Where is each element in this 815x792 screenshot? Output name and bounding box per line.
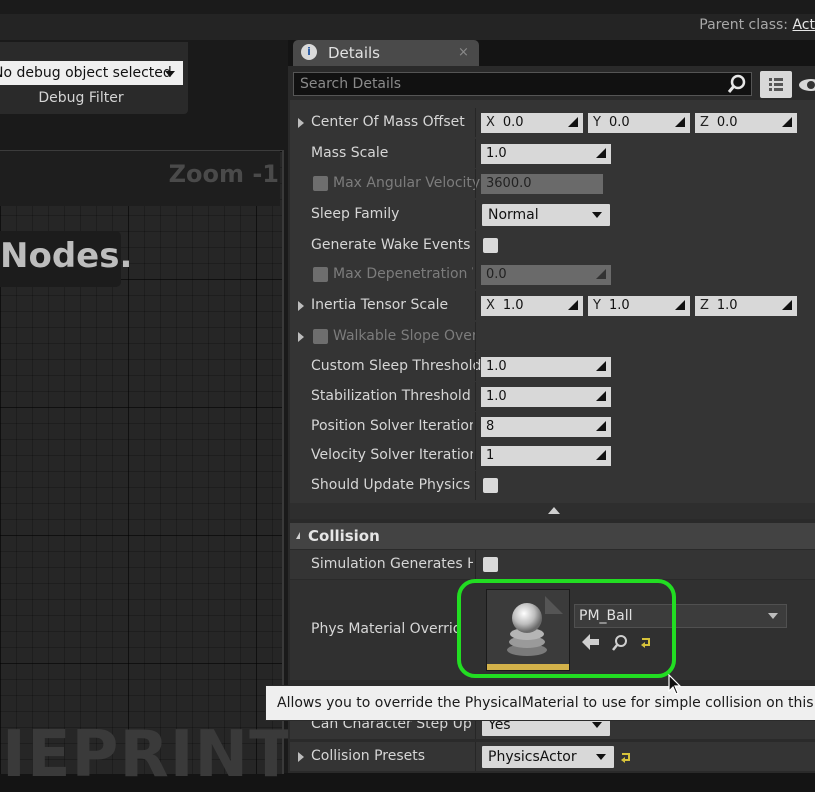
property-label: Generate Wake Events <box>311 237 471 253</box>
chevron-down-icon <box>592 722 602 728</box>
parent-class-link[interactable]: Act <box>792 17 815 33</box>
collapse-up-icon <box>548 507 560 514</box>
collision-category-title: Collision <box>308 527 380 545</box>
override-checkbox[interactable] <box>313 176 328 191</box>
chevron-down-icon <box>592 212 602 218</box>
property-label: Phys Material Overrid <box>311 621 462 637</box>
property-row-simulation-generates-hit: Simulation Generates Hit <box>290 550 815 579</box>
property-label: Custom Sleep Threshold <box>311 358 482 374</box>
property-label: Should Update Physics V <box>311 477 473 493</box>
reset-arrow-icon[interactable] <box>620 751 632 763</box>
info-icon: i <box>301 44 317 60</box>
drag-handle-icon <box>675 300 685 310</box>
drag-handle-icon <box>782 300 792 310</box>
property-row-walkable-slope: Walkable Slope Overri <box>290 322 815 351</box>
velocity-solver-field[interactable]: 1 <box>481 446 611 466</box>
toolbar <box>0 14 815 40</box>
property-label: Inertia Tensor Scale <box>311 297 449 313</box>
max-depenetration-field[interactable]: 0.0 <box>481 265 611 285</box>
inertia-tensor-y-field[interactable]: Y 1.0 <box>588 296 690 316</box>
graph-hint-text: Nodes. <box>0 236 133 276</box>
center-of-mass-z-field[interactable]: Z 0.0 <box>695 113 797 133</box>
drag-handle-icon <box>596 361 606 371</box>
property-row-generate-wake-events: Generate Wake Events <box>290 231 815 260</box>
property-label: Mass Scale <box>311 145 389 161</box>
property-label: Center Of Mass Offset <box>311 114 465 130</box>
debug-object-dropdown[interactable]: No debug object selected <box>0 61 183 85</box>
collapse-triangle-icon <box>296 532 300 539</box>
parent-class-label: Parent class: Act <box>699 17 815 33</box>
blueprint-watermark: IEPRINT <box>2 718 294 792</box>
expand-arrow-icon[interactable] <box>298 752 304 762</box>
property-label: Collision Presets <box>311 748 426 764</box>
expand-arrow-icon[interactable] <box>298 332 304 342</box>
drag-handle-icon <box>568 117 578 127</box>
zoom-label: Zoom -1 <box>168 160 279 188</box>
mass-scale-field[interactable]: 1.0 <box>481 144 611 164</box>
collision-presets-dropdown[interactable]: PhysicsActor <box>482 746 614 768</box>
drag-handle-icon <box>675 117 685 127</box>
tooltip: Allows you to override the PhysicalMater… <box>265 685 815 721</box>
generate-wake-events-checkbox[interactable] <box>483 238 498 253</box>
max-angular-velocity-field[interactable]: 3600.0 <box>481 174 603 194</box>
sleep-family-dropdown[interactable]: Normal <box>482 204 610 226</box>
property-label: Sleep Family <box>311 206 400 222</box>
drag-handle-icon <box>568 300 578 310</box>
close-icon[interactable]: × <box>458 45 469 60</box>
drag-handle-icon <box>596 391 606 401</box>
debug-filter-label: Debug Filter <box>38 90 124 106</box>
property-row-should-update-physics: Should Update Physics V <box>290 471 815 500</box>
expand-arrow-icon[interactable] <box>298 301 304 311</box>
property-label: Simulation Generates Hit <box>311 556 473 572</box>
property-label: Max Depenetration Ve <box>333 266 473 282</box>
drag-handle-icon <box>596 421 606 431</box>
property-label: Max Angular Velocity <box>333 175 481 191</box>
stabilization-threshold-field[interactable]: 1.0 <box>481 387 611 407</box>
eye-icon[interactable] <box>797 75 815 95</box>
mouse-cursor-icon <box>668 674 682 695</box>
custom-sleep-threshold-field[interactable]: 1.0 <box>481 357 611 377</box>
title-bar <box>0 0 815 15</box>
property-label: Position Solver Iteration <box>311 418 473 434</box>
override-checkbox[interactable] <box>313 267 328 282</box>
override-checkbox[interactable] <box>313 329 328 344</box>
drag-handle-icon <box>596 269 606 279</box>
tab-details[interactable] <box>293 40 479 66</box>
tab-details-label: Details <box>328 44 381 62</box>
drag-handle-icon <box>596 450 606 460</box>
inertia-tensor-x-field[interactable]: X 1.0 <box>481 296 583 316</box>
drag-handle-icon <box>596 148 606 158</box>
center-of-mass-y-field[interactable]: Y 0.0 <box>588 113 690 133</box>
property-label: Velocity Solver Iteration <box>311 447 473 463</box>
highlight-annotation <box>457 579 676 678</box>
property-label: Walkable Slope Overri <box>333 328 475 344</box>
view-options-button[interactable] <box>760 71 792 98</box>
chevron-down-icon <box>768 613 778 619</box>
drag-handle-icon <box>782 117 792 127</box>
property-label: Stabilization Threshold M <box>311 388 473 404</box>
should-update-physics-checkbox[interactable] <box>483 478 498 493</box>
search-icon[interactable] <box>727 74 747 94</box>
chevron-down-icon <box>596 754 606 760</box>
expand-arrow-icon[interactable] <box>298 118 304 128</box>
inertia-tensor-z-field[interactable]: Z 1.0 <box>695 296 797 316</box>
search-input[interactable] <box>296 73 734 95</box>
position-solver-field[interactable]: 8 <box>481 417 611 437</box>
simulation-generates-hit-checkbox[interactable] <box>483 557 498 572</box>
chevron-down-icon <box>165 71 175 77</box>
center-of-mass-x-field[interactable]: X 0.0 <box>481 113 583 133</box>
view-options-icon <box>769 78 783 91</box>
